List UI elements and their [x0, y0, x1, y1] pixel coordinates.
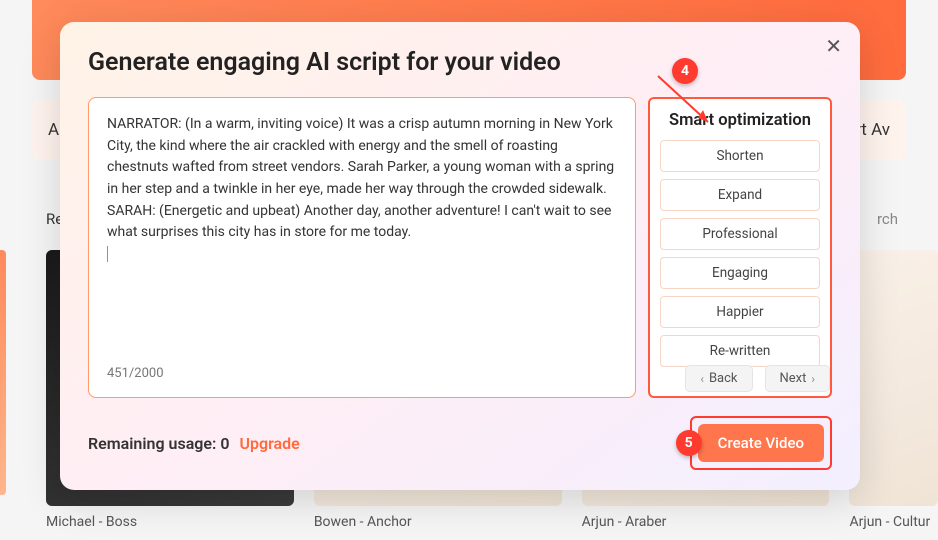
next-label: Next — [780, 371, 807, 386]
char-count: 451/2000 — [107, 366, 617, 381]
avatar-label: Michael - Boss — [46, 514, 294, 530]
chevron-left-icon: ‹ — [700, 372, 704, 386]
create-video-highlight: 5 Create Video — [690, 416, 832, 470]
chevron-right-icon: › — [811, 372, 815, 386]
search-label-frag: rch — [877, 210, 898, 228]
avatar-label: Arjun - Araber — [582, 514, 830, 530]
avatar-thumb — [849, 250, 938, 506]
annotation-marker-5: 5 — [676, 430, 702, 456]
modal-footer: Remaining usage: 0 Upgrade 5 Create Vide… — [88, 398, 832, 470]
opt-happier-button[interactable]: Happier — [660, 296, 820, 328]
opt-rewritten-button[interactable]: Re-written — [660, 335, 820, 367]
opt-shorten-button[interactable]: Shorten — [660, 140, 820, 172]
opt-expand-button[interactable]: Expand — [660, 179, 820, 211]
create-video-button[interactable]: Create Video — [698, 424, 824, 462]
remaining-usage: Remaining usage: 0 Upgrade — [88, 434, 300, 453]
upgrade-link[interactable]: Upgrade — [239, 434, 299, 453]
avatar-label: Bowen - Anchor — [314, 514, 562, 530]
left-edge-strip — [0, 250, 6, 495]
avatar-label: Arjun - Cultur — [849, 514, 938, 530]
avatar-card[interactable]: Arjun - Cultur — [849, 250, 938, 530]
next-button[interactable]: Next › — [765, 365, 830, 392]
modal-body: NARRATOR: (In a warm, inviting voice) It… — [88, 97, 832, 398]
text-cursor — [107, 246, 108, 262]
smart-optimization-panel: Smart optimization Shorten Expand Profes… — [648, 97, 832, 398]
opt-engaging-button[interactable]: Engaging — [660, 257, 820, 289]
nav-row: ‹ Back Next › — [685, 365, 830, 392]
annotation-marker-4: 4 — [672, 58, 698, 84]
close-icon[interactable]: ✕ — [825, 36, 842, 56]
back-button[interactable]: ‹ Back — [685, 365, 752, 392]
opt-professional-button[interactable]: Professional — [660, 218, 820, 250]
generate-script-modal: ✕ Generate engaging AI script for your v… — [60, 22, 860, 490]
back-label: Back — [709, 371, 738, 386]
script-text[interactable]: NARRATOR: (In a warm, inviting voice) It… — [107, 114, 617, 358]
script-editor[interactable]: NARRATOR: (In a warm, inviting voice) It… — [88, 97, 636, 398]
